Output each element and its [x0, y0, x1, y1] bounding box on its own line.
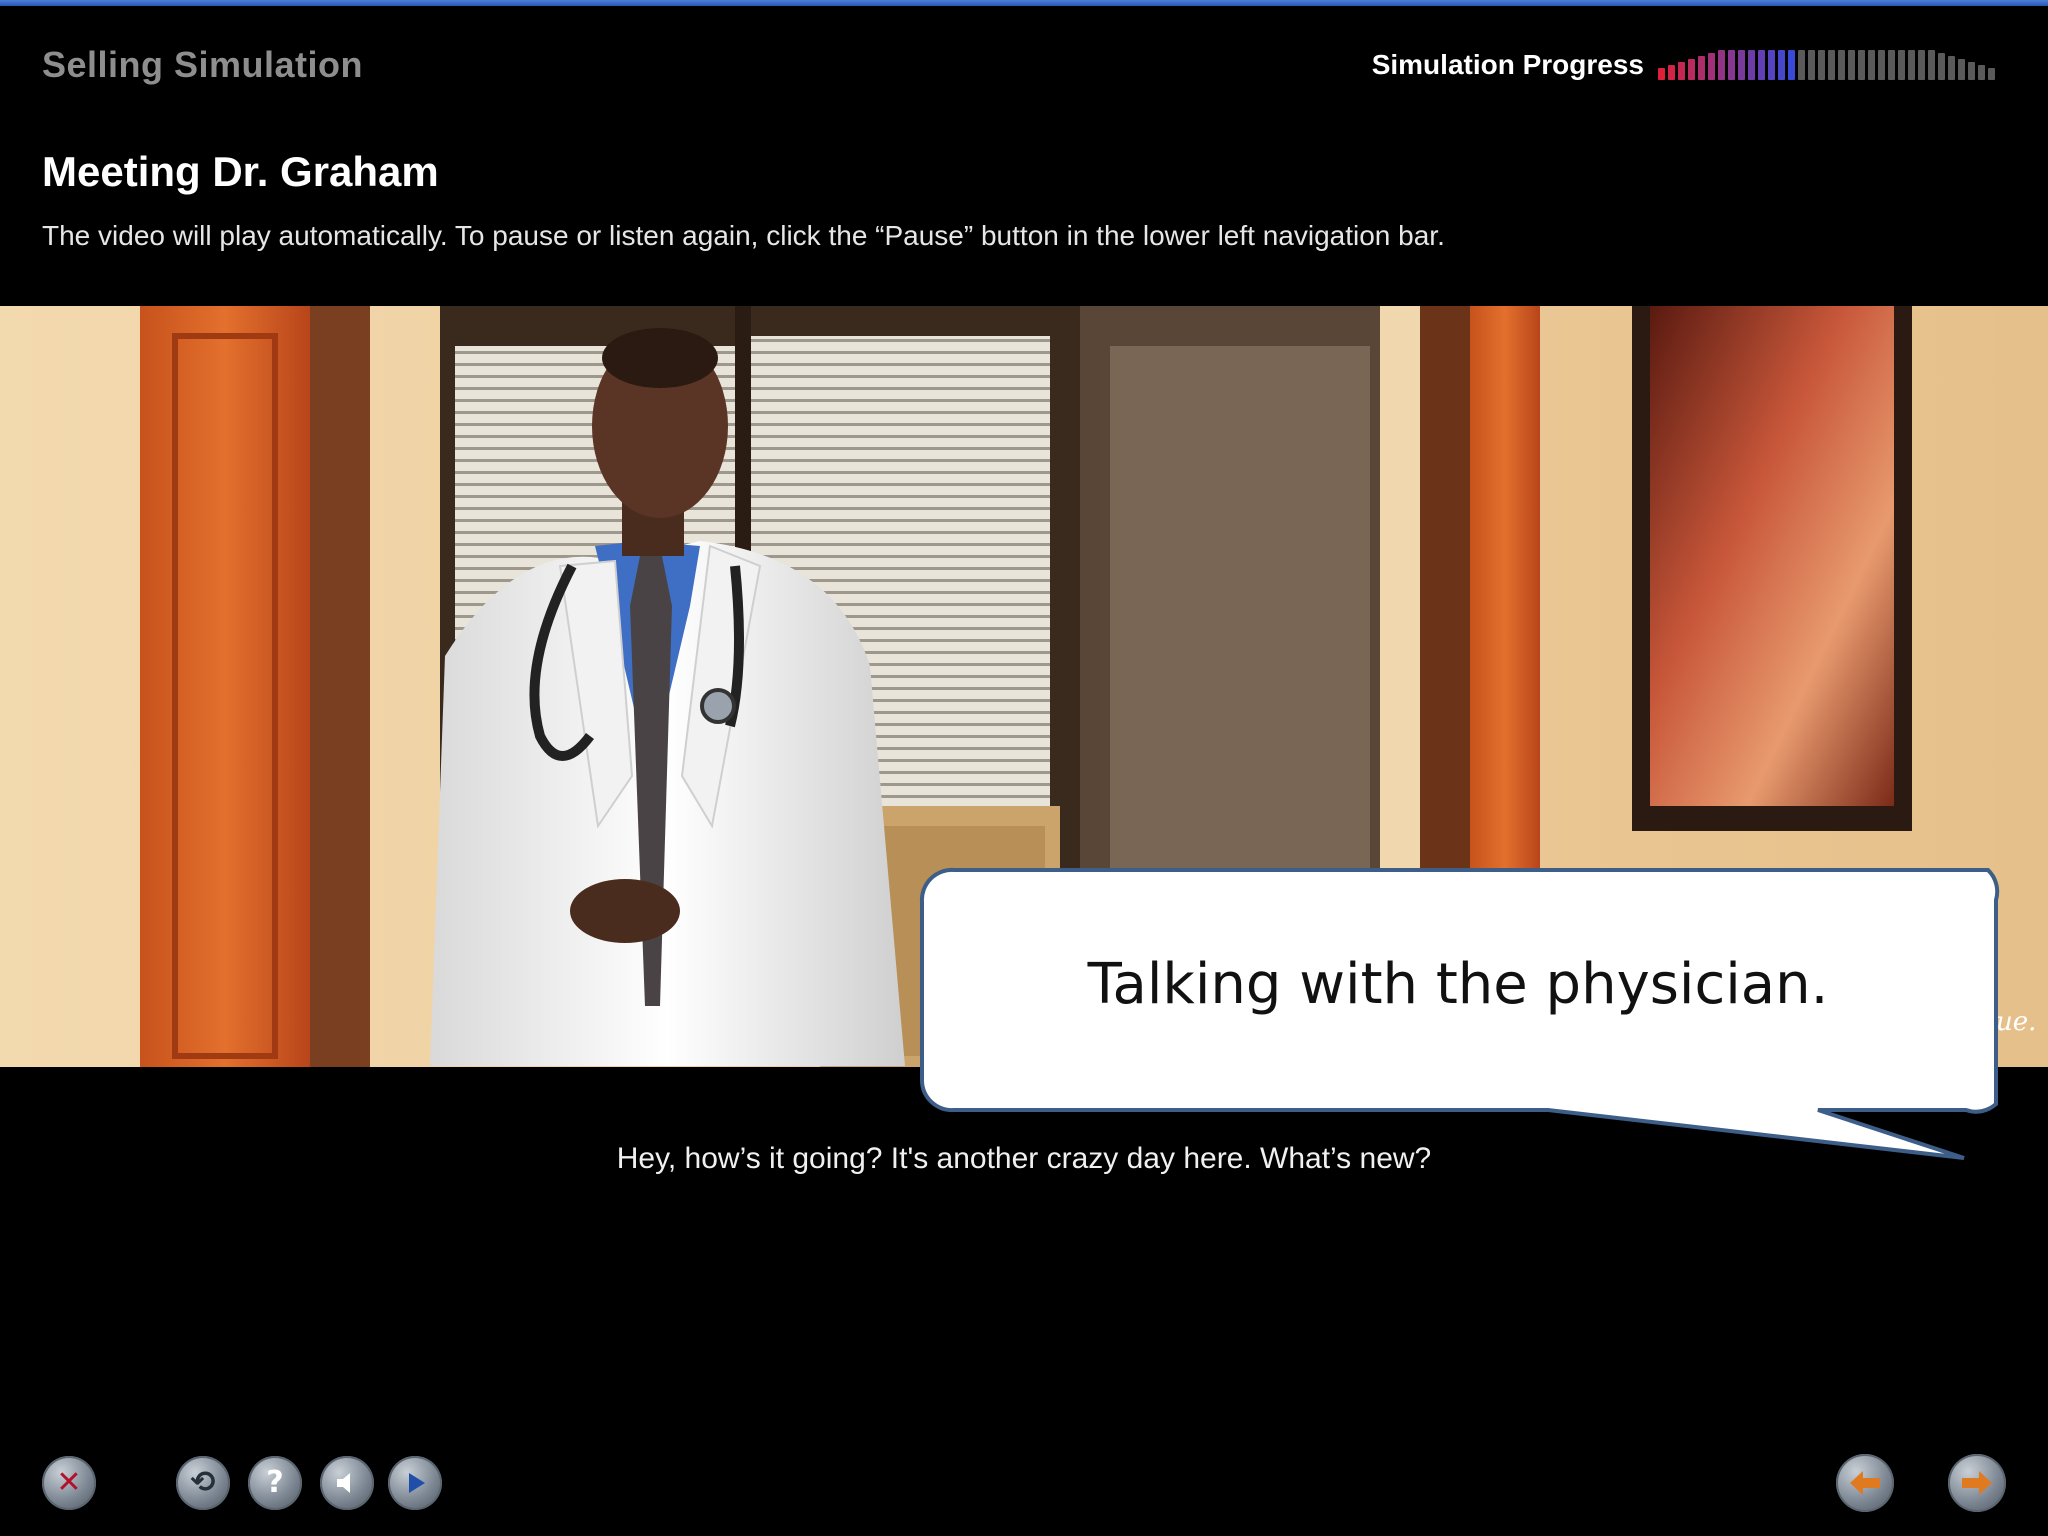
progress-segment [1738, 50, 1745, 80]
progress-segment [1868, 50, 1875, 80]
arrow-left-icon [1850, 1471, 1880, 1495]
progress-segment [1988, 68, 1995, 80]
progress-segment [1668, 65, 1675, 80]
progress-segment [1928, 50, 1935, 80]
progress-label: Simulation Progress [1371, 49, 1644, 80]
app-title: Selling Simulation [42, 44, 364, 85]
progress-segment [1798, 50, 1805, 80]
close-button[interactable]: ✕ [42, 1456, 96, 1510]
audio-button[interactable] [320, 1456, 374, 1510]
progress-segment [1978, 65, 1985, 80]
progress-segment [1708, 53, 1715, 80]
progress-segment [1878, 50, 1885, 80]
progress-segment [1888, 50, 1895, 80]
window-top-accent [0, 0, 2048, 6]
progress-segment [1748, 50, 1755, 80]
progress-segment [1758, 50, 1765, 80]
progress-segment [1678, 62, 1685, 80]
scene-instructions: The video will play automatically. To pa… [42, 220, 1445, 251]
simulation-progress: Simulation Progress [1372, 48, 1998, 82]
progress-segment [1778, 50, 1785, 80]
scene-title: Meeting Dr. Graham [42, 148, 439, 195]
progress-segment [1718, 50, 1725, 80]
replay-button[interactable]: ⟲ [176, 1456, 230, 1510]
play-button[interactable] [388, 1456, 442, 1510]
speaker-icon [337, 1473, 350, 1493]
progress-segment [1818, 50, 1825, 80]
progress-segment [1688, 59, 1695, 80]
progress-segment [1918, 50, 1925, 80]
arrow-right-icon [1962, 1471, 1992, 1495]
progress-segment [1948, 56, 1955, 80]
progress-segment [1898, 50, 1905, 80]
progress-segment [1828, 50, 1835, 80]
progress-segment [1908, 50, 1915, 80]
progress-segment [1788, 50, 1795, 80]
progress-segment [1698, 56, 1705, 80]
progress-segment [1848, 50, 1855, 80]
progress-segment [1728, 50, 1735, 80]
back-button[interactable] [1836, 1454, 1894, 1512]
speech-bubble-text: Talking with the physician. [1087, 952, 1829, 1017]
progress-segment [1838, 50, 1845, 80]
progress-segment [1768, 50, 1775, 80]
next-button[interactable] [1948, 1454, 2006, 1512]
progress-segment [1858, 50, 1865, 80]
help-button[interactable]: ? [248, 1456, 302, 1510]
help-icon: ? [266, 1465, 284, 1500]
progress-segment [1658, 68, 1665, 80]
progress-segment [1938, 53, 1945, 80]
play-icon [409, 1473, 425, 1493]
replay-icon: ⟲ [190, 1465, 216, 1500]
progress-segment [1958, 59, 1965, 80]
close-icon: ✕ [56, 1465, 82, 1500]
progress-meter [1658, 50, 1998, 80]
progress-segment [1968, 62, 1975, 80]
progress-segment [1808, 50, 1815, 80]
